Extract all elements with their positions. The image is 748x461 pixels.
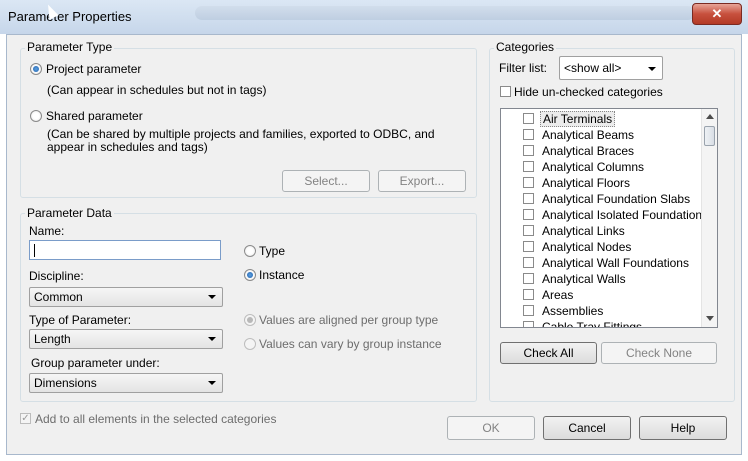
type-radio-label[interactable]: Type — [259, 244, 285, 258]
check-none-button[interactable]: Check None — [601, 342, 717, 364]
name-label: Name: — [29, 224, 65, 238]
type-radio[interactable] — [244, 245, 256, 257]
category-checkbox[interactable] — [523, 113, 534, 124]
category-item[interactable]: Analytical Links — [523, 223, 703, 239]
window-title: Parameter Properties — [8, 9, 132, 24]
categories-list[interactable]: Air Terminals Analytical Beams Analytical … — [500, 108, 718, 328]
close-button[interactable]: ✕ — [692, 3, 742, 25]
title-bar: Parameter Properties ✕ — [0, 0, 748, 34]
instance-radio[interactable] — [244, 269, 256, 281]
shared-parameter-desc-2: appear in schedules and tags) — [47, 140, 208, 154]
check-all-button[interactable]: Check All — [500, 342, 597, 364]
group-parameter-under-value: Dimensions — [34, 376, 97, 390]
values-vary-label[interactable]: Values can vary by group instance — [259, 337, 442, 351]
category-checkbox[interactable] — [523, 193, 534, 204]
category-checkbox[interactable] — [523, 177, 534, 188]
category-label[interactable]: Analytical Floors — [542, 176, 630, 190]
project-parameter-radio[interactable] — [30, 63, 42, 75]
scroll-up-icon[interactable] — [706, 114, 714, 119]
shared-parameter-label[interactable]: Shared parameter — [46, 109, 143, 123]
category-checkbox[interactable] — [523, 225, 534, 236]
type-of-parameter-select[interactable]: Length — [29, 329, 223, 349]
group-parameter-under-label: Group parameter under: — [31, 356, 160, 370]
category-label[interactable]: Analytical Braces — [542, 144, 634, 158]
discipline-value: Common — [34, 290, 83, 304]
filter-list-select[interactable]: <show all> — [559, 56, 663, 80]
chevron-down-icon — [208, 295, 216, 299]
categories-label: Categories — [494, 40, 557, 54]
category-item[interactable]: Analytical Walls — [523, 271, 703, 287]
type-of-parameter-label: Type of Parameter: — [29, 313, 132, 327]
category-checkbox[interactable] — [523, 273, 534, 284]
values-aligned-radio[interactable] — [244, 314, 256, 326]
category-item[interactable]: Analytical Braces — [523, 143, 703, 159]
shared-parameter-radio[interactable] — [30, 110, 42, 122]
background-strip — [195, 6, 695, 20]
chevron-down-icon — [648, 67, 656, 71]
values-vary-radio[interactable] — [244, 338, 256, 350]
select-button[interactable]: Select... — [282, 170, 370, 192]
category-checkbox[interactable] — [523, 129, 534, 140]
category-item[interactable]: Analytical Floors — [523, 175, 703, 191]
category-item[interactable]: Cable Tray Fittings — [523, 319, 703, 327]
category-label[interactable]: Air Terminals — [540, 111, 616, 127]
hide-unchecked-label[interactable]: Hide un-checked categories — [514, 85, 663, 99]
category-label[interactable]: Analytical Wall Foundations — [542, 256, 689, 270]
category-label[interactable]: Analytical Columns — [542, 160, 644, 174]
category-label[interactable]: Cable Tray Fittings — [542, 320, 642, 327]
values-aligned-label[interactable]: Values are aligned per group type — [259, 313, 438, 327]
category-checkbox[interactable] — [523, 209, 534, 220]
parameter-data-label: Parameter Data — [25, 206, 114, 220]
category-label[interactable]: Analytical Walls — [542, 272, 626, 286]
category-item[interactable]: Air Terminals — [523, 111, 703, 127]
help-button[interactable]: Help — [639, 416, 727, 440]
category-item[interactable]: Analytical Isolated Foundations — [523, 207, 708, 223]
category-checkbox[interactable] — [523, 241, 534, 252]
filter-list-label: Filter list: — [499, 61, 547, 75]
category-checkbox[interactable] — [523, 145, 534, 156]
add-to-all-checkbox[interactable]: ✓ — [20, 413, 31, 424]
filter-list-value: <show all> — [564, 61, 622, 75]
scroll-thumb[interactable] — [704, 126, 715, 146]
type-of-parameter-value: Length — [34, 332, 71, 346]
shared-parameter-desc-1: (Can be shared by multiple projects and … — [47, 127, 435, 141]
scroll-down-icon[interactable] — [706, 316, 714, 321]
category-item[interactable]: Analytical Nodes — [523, 239, 703, 255]
category-label[interactable]: Analytical Isolated Foundations — [542, 208, 708, 222]
instance-radio-label[interactable]: Instance — [259, 268, 304, 282]
add-to-all-label[interactable]: Add to all elements in the selected cate… — [35, 412, 276, 426]
category-item[interactable]: Analytical Wall Foundations — [523, 255, 703, 271]
category-checkbox[interactable] — [523, 161, 534, 172]
category-label[interactable]: Areas — [542, 288, 573, 302]
category-item[interactable]: Analytical Columns — [523, 159, 703, 175]
category-item[interactable]: Analytical Beams — [523, 127, 703, 143]
category-label[interactable]: Analytical Nodes — [542, 240, 631, 254]
category-checkbox[interactable] — [523, 257, 534, 268]
category-item[interactable]: Assemblies — [523, 303, 703, 319]
parameter-type-label: Parameter Type — [25, 40, 115, 54]
category-checkbox[interactable] — [523, 305, 534, 316]
project-parameter-desc: (Can appear in schedules but not in tags… — [47, 83, 267, 97]
categories-scrollbar[interactable] — [701, 109, 717, 327]
category-checkbox[interactable] — [523, 289, 534, 300]
group-parameter-under-select[interactable]: Dimensions — [29, 373, 223, 393]
category-item[interactable]: Areas — [523, 287, 703, 303]
ok-button[interactable]: OK — [447, 416, 535, 440]
chevron-down-icon — [208, 381, 216, 385]
chevron-down-icon — [208, 337, 216, 341]
hide-unchecked-checkbox[interactable] — [500, 86, 511, 97]
category-label[interactable]: Analytical Foundation Slabs — [542, 192, 690, 206]
text-caret — [34, 244, 35, 257]
discipline-select[interactable]: Common — [29, 287, 223, 307]
category-checkbox[interactable] — [523, 321, 534, 327]
category-label[interactable]: Analytical Beams — [542, 128, 634, 142]
project-parameter-label[interactable]: Project parameter — [46, 62, 141, 76]
export-button[interactable]: Export... — [378, 170, 466, 192]
category-label[interactable]: Assemblies — [542, 304, 603, 318]
category-label[interactable]: Analytical Links — [542, 224, 625, 238]
category-item[interactable]: Analytical Foundation Slabs — [523, 191, 703, 207]
name-input[interactable] — [29, 240, 221, 260]
discipline-label: Discipline: — [29, 269, 84, 283]
cancel-button[interactable]: Cancel — [543, 416, 631, 440]
